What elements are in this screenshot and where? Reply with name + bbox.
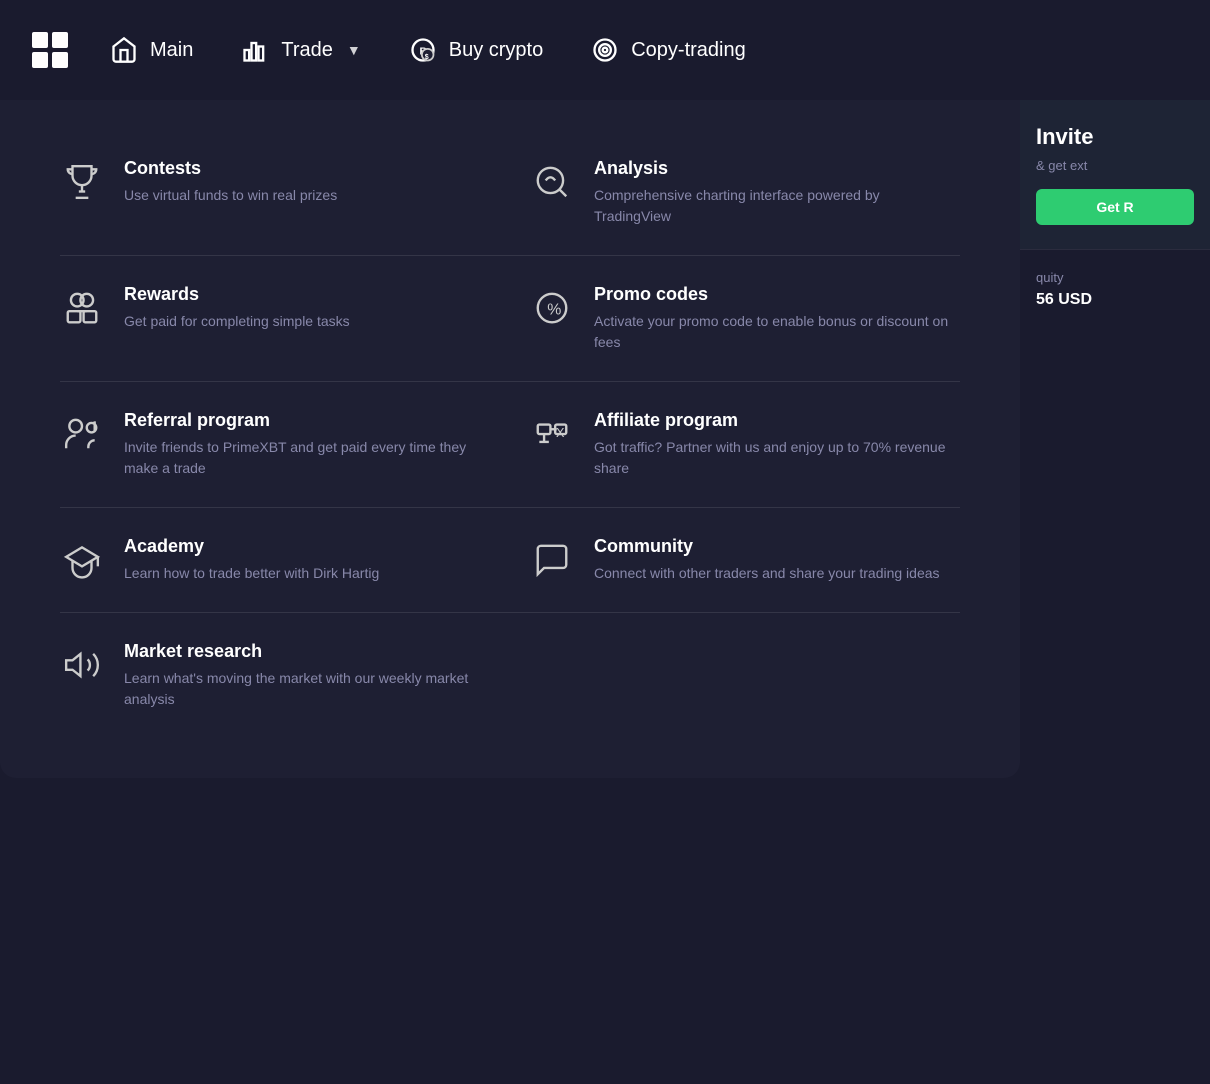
menu-item-affiliate[interactable]: X Affiliate program Got traffic? Partner… [510,382,980,507]
affiliate-desc: Got traffic? Partner with us and enjoy u… [594,437,960,479]
referral-text: Referral program Invite friends to Prime… [124,410,490,479]
trophy-icon [60,160,104,204]
navbar: Main Trade ▼ B $ Buy crypto Copy-trad [0,0,1210,100]
trade-dropdown: Contests Use virtual funds to win real p… [0,100,1020,778]
svg-text:X: X [556,426,565,440]
equity-section: quity 56 USD [1020,249,1210,329]
trade-icon [239,34,271,66]
menu-item-referral[interactable]: Referral program Invite friends to Prime… [40,382,510,507]
get-button[interactable]: Get R [1036,189,1194,225]
buy-crypto-label: Buy crypto [449,39,543,62]
nav-copy-trading[interactable]: Copy-trading [571,24,764,76]
market-research-icon [60,643,104,687]
copy-trading-label: Copy-trading [631,39,746,62]
buy-crypto-icon: B $ [407,34,439,66]
contests-desc: Use virtual funds to win real prizes [124,185,490,206]
promo-icon: % [530,286,574,330]
menu-item-community[interactable]: Community Connect with other traders and… [510,508,980,612]
logo-grid-icon [32,32,68,68]
rewards-text: Rewards Get paid for completing simple t… [124,284,490,332]
menu-item-contests[interactable]: Contests Use virtual funds to win real p… [40,130,510,255]
menu-item-market-research[interactable]: Market research Learn what's moving the … [40,613,510,738]
nav-buy-crypto[interactable]: B $ Buy crypto [389,24,561,76]
nav-main[interactable]: Main [90,24,211,76]
promo-title: Promo codes [594,284,960,305]
invite-subtitle: & get ext [1036,158,1194,173]
academy-title: Academy [124,536,490,557]
promo-desc: Activate your promo code to enable bonus… [594,311,960,353]
logo-button[interactable] [20,20,80,80]
rewards-title: Rewards [124,284,490,305]
affiliate-text: Affiliate program Got traffic? Partner w… [594,410,960,479]
referral-icon [60,412,104,456]
trade-label: Trade [281,39,333,62]
community-desc: Connect with other traders and share you… [594,563,960,584]
menu-item-academy[interactable]: Academy Learn how to trade better with D… [40,508,510,612]
community-icon [530,538,574,582]
right-panel: drawal limit Invite & get ext Get R quit… [1020,0,1210,1084]
dropdown-grid: Contests Use virtual funds to win real p… [40,130,980,738]
promo-text: Promo codes Activate your promo code to … [594,284,960,353]
market-research-desc: Learn what's moving the market with our … [124,668,490,710]
referral-title: Referral program [124,410,490,431]
referral-desc: Invite friends to PrimeXBT and get paid … [124,437,490,479]
contests-title: Contests [124,158,490,179]
menu-item-analysis[interactable]: Analysis Comprehensive charting interfac… [510,130,980,255]
equity-value: 56 USD [1036,291,1194,309]
svg-text:$: $ [424,54,428,61]
academy-icon [60,538,104,582]
equity-label: quity [1036,270,1194,285]
trade-dropdown-arrow: ▼ [347,42,361,58]
rewards-desc: Get paid for completing simple tasks [124,311,490,332]
invite-title: Invite [1036,124,1194,150]
community-title: Community [594,536,960,557]
home-icon [108,34,140,66]
affiliate-icon: X [530,412,574,456]
market-research-title: Market research [124,641,490,662]
affiliate-title: Affiliate program [594,410,960,431]
academy-desc: Learn how to trade better with Dirk Hart… [124,563,490,584]
academy-text: Academy Learn how to trade better with D… [124,536,490,584]
market-research-text: Market research Learn what's moving the … [124,641,490,710]
analysis-icon [530,160,574,204]
analysis-desc: Comprehensive charting interface powered… [594,185,960,227]
copy-trading-icon [589,34,621,66]
svg-text:%: % [547,301,561,318]
nav-trade[interactable]: Trade ▼ [221,24,378,76]
invite-card: Invite & get ext Get R [1020,100,1210,249]
community-text: Community Connect with other traders and… [594,536,960,584]
main-label: Main [150,39,193,62]
menu-item-promo[interactable]: % Promo codes Activate your promo code t… [510,256,980,381]
contests-text: Contests Use virtual funds to win real p… [124,158,490,206]
analysis-text: Analysis Comprehensive charting interfac… [594,158,960,227]
menu-item-rewards[interactable]: Rewards Get paid for completing simple t… [40,256,510,381]
analysis-title: Analysis [594,158,960,179]
rewards-icon [60,286,104,330]
